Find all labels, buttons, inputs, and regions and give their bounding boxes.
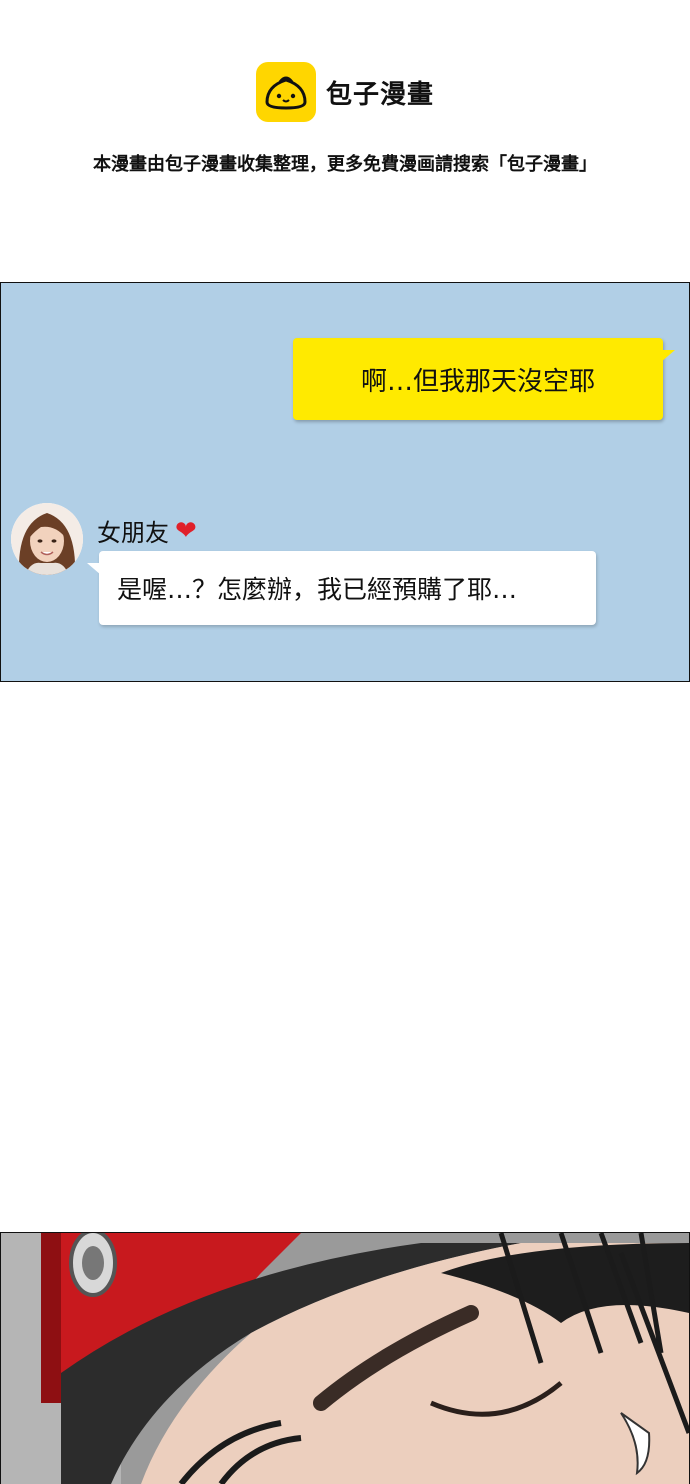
sender-name-row: 女朋友 ❤	[97, 513, 197, 548]
watermark-notice: 本漫畫由包子漫畫收集整理，更多免費漫画請搜索「包子漫畫」	[93, 154, 597, 175]
bubble-tail	[661, 350, 675, 362]
logo: 包子漫畫	[0, 62, 690, 122]
heart-icon: ❤	[175, 515, 197, 546]
outgoing-message-bubble: 啊…但我那天沒空耶	[293, 338, 675, 420]
chat-panel: 啊…但我那天沒空耶 女朋友 ❤ 是喔…？怎麼辦，我已經預購了耶…	[0, 282, 690, 682]
girlfriend-avatar	[11, 503, 83, 575]
character-closeup-image	[1, 1233, 689, 1484]
outgoing-message-text: 啊…但我那天沒空耶	[360, 366, 595, 397]
watermark-header: 包子漫畫 本漫畫由包子漫畫收集整理，更多免費漫画請搜索「包子漫畫」	[0, 0, 690, 280]
sender-name: 女朋友	[97, 519, 169, 547]
incoming-message-bubble: 是喔…？怎麼辦，我已經預購了耶…	[87, 551, 596, 625]
incoming-message-text: 是喔…？怎麼辦，我已經預購了耶…	[117, 575, 518, 604]
comic-panel-illustration	[0, 1232, 690, 1484]
logo-text: 包子漫畫	[325, 79, 434, 110]
bun-logo-icon	[255, 62, 316, 122]
bubble-tail	[87, 563, 101, 575]
